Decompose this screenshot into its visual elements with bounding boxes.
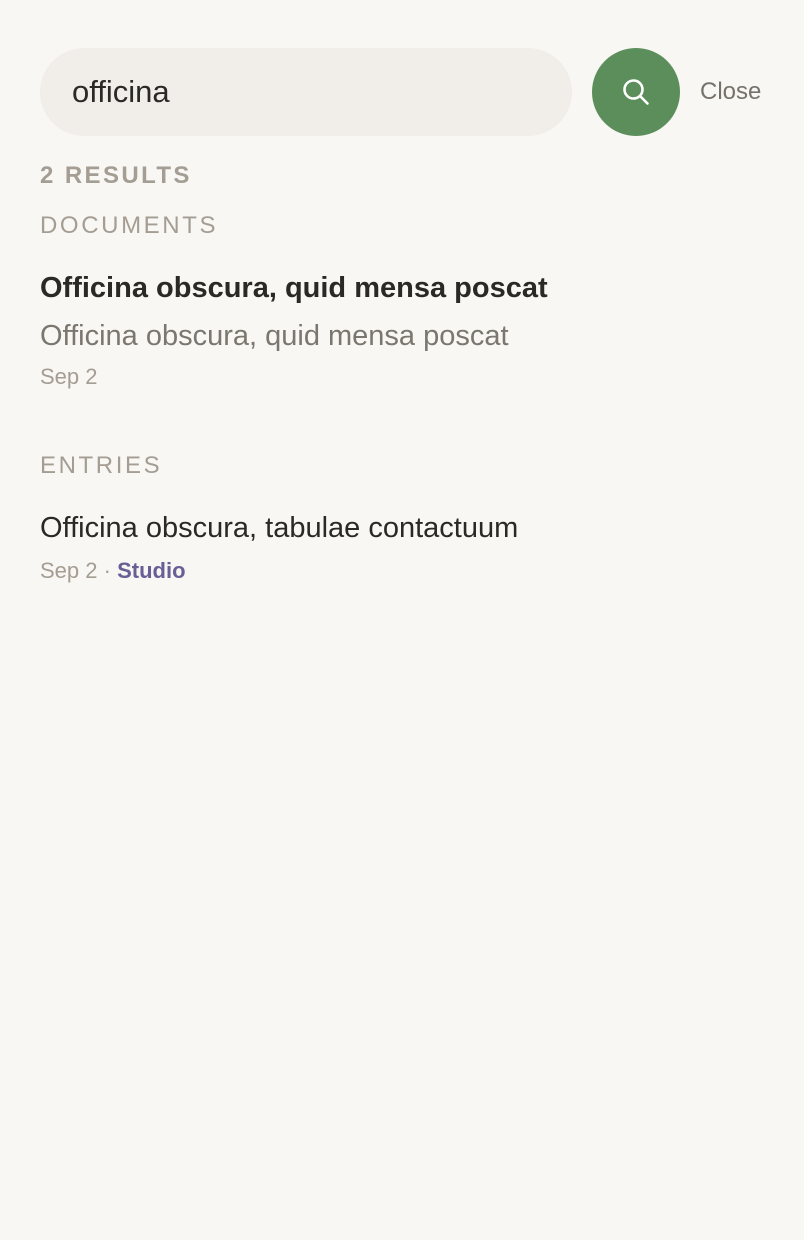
- entry-meta: Sep 2 · Studio: [40, 558, 186, 584]
- document-title: Officina obscura, quid mensa poscat: [40, 272, 548, 304]
- search-bar: Close: [40, 48, 764, 136]
- document-snippet: Officina obscura, quid mensa poscat: [40, 320, 509, 352]
- search-button[interactable]: [592, 48, 680, 136]
- entry-tag[interactable]: Studio: [117, 558, 185, 583]
- entry-date: Sep 2: [40, 558, 98, 583]
- entries-section-heading: ENTRIES: [40, 452, 163, 479]
- entry-title: Officina obscura, tabulae contactuum: [40, 512, 519, 544]
- documents-section-heading: DOCUMENTS: [40, 212, 219, 239]
- document-date: Sep 2: [40, 364, 98, 389]
- search-field[interactable]: [40, 48, 572, 136]
- search-input[interactable]: [40, 48, 572, 136]
- search-icon: [623, 79, 649, 105]
- entry-separator: ·: [103, 558, 111, 583]
- results-count: 2 RESULTS: [40, 162, 192, 189]
- close-button[interactable]: Close: [700, 48, 761, 136]
